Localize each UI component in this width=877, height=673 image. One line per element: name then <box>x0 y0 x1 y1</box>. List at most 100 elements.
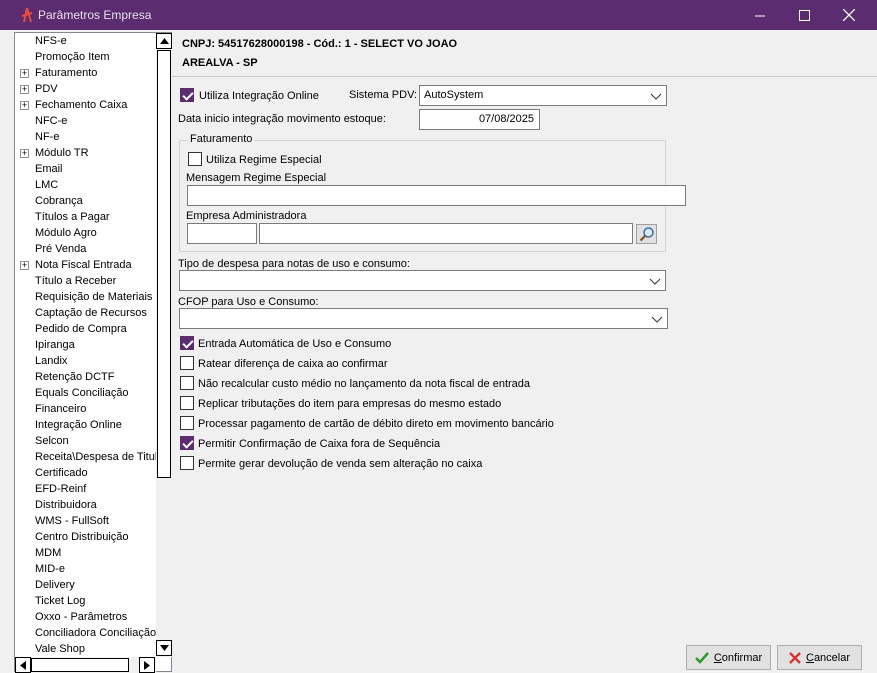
close-icon <box>843 9 855 21</box>
tree-item[interactable]: PDV <box>35 81 58 97</box>
tree-item[interactable]: Delivery <box>35 577 75 593</box>
tree-expand-toggle[interactable]: + <box>20 101 29 110</box>
settings-tree-panel: NFS-e Promoção Item + Faturamento + PDV + Fecha… <box>14 32 172 673</box>
data-inicio-value: 07/08/2025 <box>478 113 534 125</box>
data-inicio-label: Data inicio integração movimento estoque… <box>178 113 386 125</box>
tree-item[interactable]: Pedido de Compra <box>35 321 127 337</box>
option-label: Ratear diferença de caixa ao confirmar <box>198 358 388 370</box>
tipo-despesa-label: Tipo de despesa para notas de uso e cons… <box>178 258 410 270</box>
tree-item[interactable]: Integração Online <box>35 417 122 433</box>
tree-scroll-thumb[interactable] <box>157 50 171 478</box>
sistema-pdv-label: Sistema PDV: <box>349 89 418 101</box>
empresa-name-field[interactable] <box>259 223 633 244</box>
tree-item[interactable]: Promoção Item <box>35 49 110 65</box>
maximize-button[interactable] <box>781 0 827 30</box>
chevron-down-icon <box>649 278 661 285</box>
tree-expand-toggle[interactable]: + <box>20 69 29 78</box>
tree-item[interactable]: Landix <box>35 353 67 369</box>
tree-item[interactable]: EFD-Reinf <box>35 481 86 497</box>
close-button[interactable] <box>826 0 872 30</box>
tree-item[interactable]: WMS - FullSoft <box>35 513 109 529</box>
search-icon <box>639 227 654 242</box>
cancel-label: Cancelar <box>805 651 851 664</box>
title-bar: Parâmetros Empresa <box>0 0 877 30</box>
chevron-down-icon <box>650 93 662 100</box>
tree-item[interactable]: Módulo TR <box>35 145 89 161</box>
option-checkbox[interactable] <box>180 336 194 350</box>
mensagem-regime-label: Mensagem Regime Especial <box>186 172 327 184</box>
chevron-down-icon <box>651 316 663 323</box>
data-inicio-field[interactable]: 07/08/2025 <box>419 109 540 130</box>
tree-item[interactable]: NFS-e <box>35 33 67 49</box>
tree-item[interactable]: MID-e <box>35 561 65 577</box>
scroll-left-button[interactable] <box>15 657 31 673</box>
tree-item[interactable]: NFC-e <box>35 113 67 129</box>
maximize-icon <box>798 9 810 21</box>
tree-item[interactable]: Pré Venda <box>35 241 86 257</box>
cfop-label: CFOP para Uso e Consumo: <box>178 296 319 308</box>
tree-item[interactable]: Centro Distribuição <box>35 529 129 545</box>
option-checkbox[interactable] <box>180 356 194 370</box>
scroll-down-button[interactable] <box>156 640 172 656</box>
tree-item[interactable]: Fechamento Caixa <box>35 97 127 113</box>
minimize-button[interactable] <box>737 0 783 30</box>
option-checkbox[interactable] <box>180 456 194 470</box>
tree-item[interactable]: MDM <box>35 545 61 561</box>
tree-horizontal-scrollbar[interactable] <box>15 657 156 673</box>
option-checkbox[interactable] <box>180 416 194 430</box>
tree-item[interactable]: Conciliadora Conciliação <box>35 625 156 641</box>
empresa-search-button[interactable] <box>636 224 657 244</box>
tree-item[interactable]: Faturamento <box>35 65 97 81</box>
tree-item[interactable]: Ticket Log <box>35 593 85 609</box>
option-label: Processar pagamento de cartão de débito … <box>198 418 554 430</box>
tree-item[interactable]: Distribuidora <box>35 497 97 513</box>
tree-item[interactable]: Título a Receber <box>35 273 116 289</box>
scroll-right-button[interactable] <box>139 657 155 673</box>
scroll-up-button[interactable] <box>156 33 172 49</box>
confirm-label: Confirmar <box>713 651 763 664</box>
tree-item[interactable]: Financeiro <box>35 401 86 417</box>
empresa-code-field[interactable] <box>187 223 257 244</box>
tree-expand-toggle[interactable]: + <box>20 85 29 94</box>
tree-item[interactable]: Cobrança <box>35 193 83 209</box>
option-label: Entrada Automática de Uso e Consumo <box>198 338 392 350</box>
tree-item[interactable]: Nota Fiscal Entrada <box>35 257 132 273</box>
tree-item[interactable]: Títulos a Pagar <box>35 209 110 225</box>
option-checkbox[interactable] <box>180 396 194 410</box>
tree-item[interactable]: Módulo Agro <box>35 225 97 241</box>
regime-especial-checkbox[interactable] <box>188 152 202 166</box>
integracao-online-checkbox[interactable] <box>180 88 194 102</box>
tree-item[interactable]: LMC <box>35 177 58 193</box>
tree-item[interactable]: Captação de Recursos <box>35 305 147 321</box>
sistema-pdv-select[interactable]: AutoSystem <box>419 85 667 106</box>
scroll-right-icon <box>144 660 150 670</box>
regime-especial-label: Utiliza Regime Especial <box>206 154 322 166</box>
tree-hscroll-thumb[interactable] <box>31 658 129 672</box>
tree-vertical-scrollbar[interactable] <box>156 33 172 657</box>
tree-item[interactable]: Selcon <box>35 433 69 449</box>
tree-item[interactable]: Receita\Despesa de Titul <box>35 449 156 465</box>
company-header-line2: AREALVA - SP <box>182 57 258 69</box>
option-label: Replicar tributações do item para empres… <box>198 398 502 410</box>
cancel-button[interactable]: Cancelar <box>777 645 862 670</box>
mensagem-regime-field[interactable] <box>187 185 686 206</box>
tree-expand-toggle[interactable]: + <box>20 149 29 158</box>
option-label: Não recalcular custo médio no lançamento… <box>198 378 531 390</box>
tree-item[interactable]: Retenção DCTF <box>35 369 114 385</box>
checkmark-icon <box>694 651 709 664</box>
minimize-icon <box>754 15 765 16</box>
tree-item[interactable]: Requisição de Materiais <box>35 289 152 305</box>
confirm-button[interactable]: Confirmar <box>686 645 771 670</box>
tree-item[interactable]: Oxxo - Parâmetros <box>35 609 127 625</box>
option-checkbox[interactable] <box>180 436 194 450</box>
tree-item[interactable]: Vale Shop <box>35 641 85 657</box>
tree-item[interactable]: Certificado <box>35 465 88 481</box>
tree-item[interactable]: Ipiranga <box>35 337 75 353</box>
cfop-select[interactable] <box>179 308 668 329</box>
tree-expand-toggle[interactable]: + <box>20 261 29 270</box>
tipo-despesa-select[interactable] <box>179 270 666 291</box>
option-checkbox[interactable] <box>180 376 194 390</box>
tree-item[interactable]: NF-e <box>35 129 59 145</box>
tree-item[interactable]: Equals Conciliação <box>35 385 129 401</box>
tree-item[interactable]: Email <box>35 161 63 177</box>
